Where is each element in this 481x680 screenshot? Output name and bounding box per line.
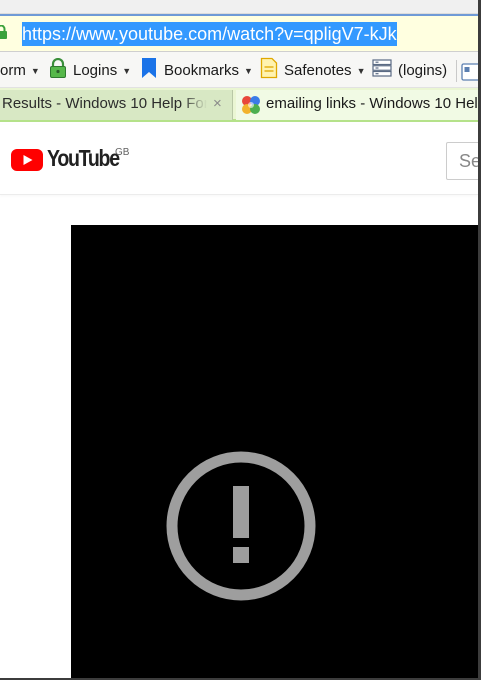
tab-strip: Results - Windows 10 Help Forums × email… [0,88,481,122]
tab-results-forum[interactable]: Results - Windows 10 Help Forums × [0,90,233,120]
browser-window: https://www.youtube.com/watch?v=qpligV7-… [0,0,481,680]
close-tab-icon[interactable]: × [213,90,222,118]
colorful-flower-favicon [240,95,262,115]
bookmarks-label: Bookmarks [164,62,240,79]
secure-lock-icon [0,24,8,39]
address-bar[interactable]: https://www.youtube.com/watch?v=qpligV7-… [0,14,481,54]
logins-label: Logins [73,62,118,79]
country-code: GB [115,147,130,158]
tab-emailing-links[interactable]: emailing links - Windows 10 Help Forums [236,90,481,120]
chevron-down-icon: ▼ [122,66,132,76]
toolbar-divider [456,60,457,82]
logins-list-button[interactable]: (logins) [372,59,448,83]
bookmarks-menu[interactable]: Bookmarks ▼ [140,57,253,85]
logins-menu[interactable]: Logins ▼ [49,57,132,84]
exclamation-circle-icon [164,449,318,603]
chevron-down-icon: ▼ [244,66,253,76]
youtube-logo-text[interactable]: YouTube [47,145,120,172]
form-fill-label: orm [0,62,26,79]
padlock-icon [49,57,67,84]
safenotes-label: Safenotes [284,62,352,79]
server-stack-icon [372,59,392,83]
window-title-edge [0,0,481,14]
url-input[interactable]: https://www.youtube.com/watch?v=qpligV7-… [22,22,397,46]
form-fill-menu[interactable]: orm ▼ [0,60,40,82]
chevron-down-icon: ▼ [356,66,366,76]
youtube-play-logo-icon[interactable] [11,149,43,171]
video-player[interactable] [71,225,481,680]
tab-label: Results - Windows 10 Help Forums [2,95,207,112]
bookmark-ribbon-icon [140,57,158,85]
logins-list-label: (logins) [398,62,448,79]
youtube-masthead: YouTube GB Search [0,125,481,195]
note-icon [260,57,278,85]
search-input[interactable]: Search [446,142,481,180]
tab-label: emailing links - Windows 10 Help Forums [266,95,481,112]
safenotes-menu[interactable]: Safenotes ▼ [260,57,366,85]
bookmarks-toolbar: orm ▼ Logins ▼ Bookmarks ▼ Safenotes ▼ (… [0,52,481,88]
chevron-down-icon: ▼ [30,66,40,76]
